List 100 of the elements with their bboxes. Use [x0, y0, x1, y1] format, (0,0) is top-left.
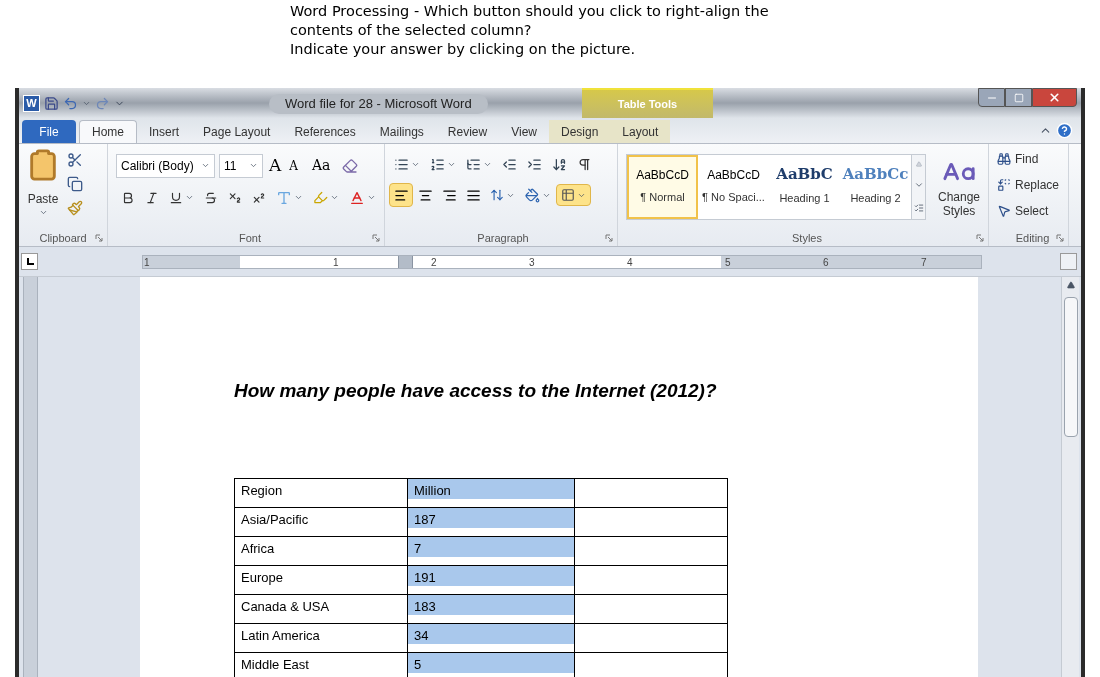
sort-icon: [552, 156, 567, 172]
ruler-number: 2: [431, 255, 437, 269]
table-cell[interactable]: 7: [407, 536, 575, 565]
change-case-button[interactable]: Aa: [307, 155, 335, 177]
binoculars-icon: [997, 152, 1011, 166]
table-cell[interactable]: Asia/Pacific: [234, 507, 408, 536]
table-cell[interactable]: [574, 594, 728, 623]
view-ruler-button[interactable]: [1060, 253, 1077, 270]
ruler-number: 1: [333, 255, 339, 269]
style-preset[interactable]: AaBbCcD ¶ Normal: [627, 155, 698, 219]
ruler-number: 3: [529, 255, 535, 269]
table-cell[interactable]: 183: [407, 594, 575, 623]
cut-icon[interactable]: [67, 152, 83, 168]
table-cell[interactable]: Middle East: [234, 652, 408, 677]
table-cell[interactable]: 191: [407, 565, 575, 594]
vertical-scrollbar[interactable]: [1061, 277, 1079, 677]
tab-selector[interactable]: [21, 253, 38, 270]
caret-icon: [367, 193, 376, 202]
caret-icon: [294, 193, 303, 202]
question-text: Word Processing - Which button should you click to right-align the: [290, 2, 769, 21]
column-marker[interactable]: [398, 255, 413, 268]
ribbon-tab[interactable]: Home: [79, 120, 137, 143]
maximize-button[interactable]: [1005, 88, 1032, 107]
table-cell[interactable]: Canada & USA: [234, 594, 408, 623]
style-preset[interactable]: AaBbC Heading 1: [769, 155, 840, 219]
ribbon-tab[interactable]: Design: [548, 120, 611, 143]
increase-indent-icon: [527, 156, 542, 172]
ribbon-tab[interactable]: Layout: [610, 120, 671, 143]
scroll-up-icon[interactable]: [1066, 281, 1075, 289]
ribbon-tab[interactable]: References: [282, 120, 368, 143]
justify-icon: [465, 187, 481, 203]
font-size-field[interactable]: 11: [219, 153, 263, 178]
dialog-launcher-icon[interactable]: [605, 234, 613, 242]
bold-icon: [121, 190, 135, 205]
caret-icon: [185, 193, 194, 202]
ribbon-tab[interactable]: Review: [435, 120, 500, 143]
scroll-down-icon[interactable]: [913, 180, 924, 190]
document-heading: How many people have access to the Internet (2012)?: [234, 379, 717, 403]
grow-font-button[interactable]: A: [267, 153, 284, 179]
table-cell[interactable]: Million: [407, 478, 575, 507]
ruler-number: 4: [627, 255, 633, 269]
dialog-launcher-icon[interactable]: [95, 234, 103, 242]
table-cell[interactable]: Europe: [234, 565, 408, 594]
style-preset[interactable]: AaBbCcD ¶ No Spaci...: [698, 155, 769, 219]
ruler-number: 7: [921, 255, 927, 269]
align-right-icon: [441, 187, 457, 203]
group-label: Paragraph: [477, 230, 529, 246]
scrollbar-thumb[interactable]: [1063, 297, 1078, 437]
table-cell[interactable]: [574, 536, 728, 565]
align-button[interactable]: [389, 183, 413, 207]
dialog-launcher-icon[interactable]: [976, 234, 984, 242]
app-logo[interactable]: W: [23, 94, 40, 112]
table-cell[interactable]: Africa: [234, 536, 408, 565]
ribbon-tab[interactable]: Insert: [137, 120, 192, 143]
table-cell[interactable]: 187: [407, 507, 575, 536]
copy-icon[interactable]: [67, 176, 83, 192]
shrink-font-button[interactable]: A: [287, 156, 300, 175]
close-button[interactable]: [1032, 88, 1077, 107]
editing-button[interactable]: Select: [997, 200, 1068, 222]
ribbon-tab[interactable]: View: [499, 120, 549, 143]
dialog-launcher-icon[interactable]: [1056, 234, 1064, 242]
eraser-icon[interactable]: [342, 157, 359, 174]
font-family-field[interactable]: Calibri (Body): [116, 153, 215, 178]
numbered-list-icon: [430, 156, 445, 172]
editing-button[interactable]: Replace: [997, 174, 1068, 196]
borders-button[interactable]: [556, 184, 591, 206]
caret-icon: [330, 193, 339, 202]
table-cell[interactable]: [574, 623, 728, 652]
dialog-launcher-icon[interactable]: [372, 234, 380, 242]
highlighter-icon: [313, 190, 328, 205]
ribbon-tab[interactable]: Mailings: [367, 120, 436, 143]
table-cell[interactable]: 34: [407, 623, 575, 652]
ribbon-tab[interactable]: Page Layout: [191, 120, 283, 143]
paste-button[interactable]: Paste: [23, 148, 63, 230]
editing-button[interactable]: Find: [997, 148, 1068, 170]
change-styles-button[interactable]: Change Styles: [934, 156, 984, 218]
help-icon[interactable]: [1056, 122, 1073, 139]
style-preset[interactable]: AaBbCc Heading 2: [840, 155, 911, 219]
bullet-list-icon: [394, 156, 409, 172]
minimize-button[interactable]: [978, 88, 1005, 107]
save-icon[interactable]: [44, 95, 59, 111]
table-cell[interactable]: [574, 507, 728, 536]
maximize-icon: [1013, 92, 1024, 103]
undo-icon[interactable]: [63, 95, 78, 111]
text-effects-icon: [276, 189, 292, 206]
table-cell[interactable]: Latin America: [234, 623, 408, 652]
paint-bucket-icon: [525, 187, 540, 203]
table-cell[interactable]: Region: [234, 478, 408, 507]
format-painter-icon[interactable]: [67, 200, 83, 216]
pointer-icon: [997, 204, 1011, 218]
file-tab[interactable]: File: [22, 120, 76, 143]
horizontal-ruler[interactable]: 1 1 2 3 4 5 6 7: [142, 254, 982, 269]
table-cell[interactable]: 5: [407, 652, 575, 677]
italic-icon: [145, 190, 159, 205]
table-cell[interactable]: [574, 478, 728, 507]
multilevel-list-icon: [466, 156, 481, 172]
table-cell[interactable]: [574, 565, 728, 594]
more-styles-icon[interactable]: [913, 202, 924, 213]
group-label: Editing: [1015, 230, 1050, 246]
close-icon: [1048, 91, 1061, 104]
